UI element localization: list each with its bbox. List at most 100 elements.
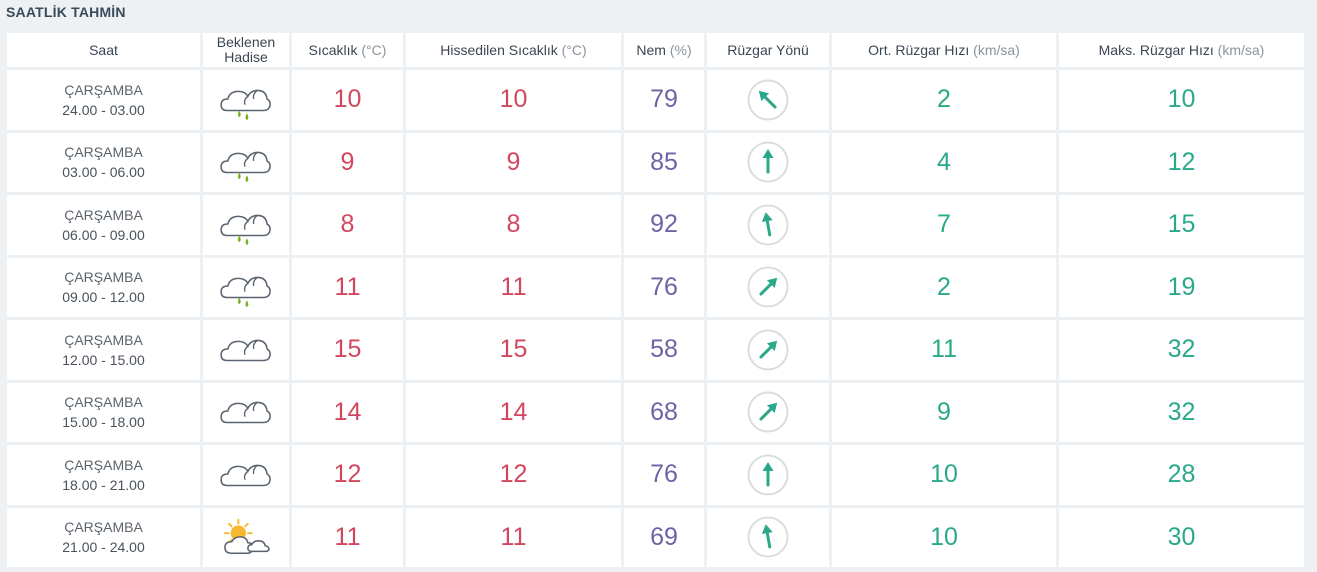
temperature-cell: 8 (292, 195, 403, 255)
time-range: 03.00 - 06.00 (62, 164, 145, 181)
wind-direction-arrow-icon (747, 391, 789, 433)
humidity-cell: 68 (624, 382, 704, 442)
feels-like-cell: 15 (406, 320, 621, 380)
forecast-row: ÇARŞAMBA 03.00 - 06.00 9 9 85 4 12 (7, 132, 1304, 192)
feels-like-cell: 12 (406, 445, 621, 505)
wind-avg-cell: 2 (832, 257, 1056, 317)
section-title: SAATLİK TAHMİN (6, 4, 126, 20)
wind-max-value: 32 (1167, 335, 1196, 364)
forecast-row: ÇARŞAMBA 18.00 - 21.00 12 12 76 10 28 (7, 445, 1304, 505)
weather-cell (203, 132, 289, 192)
humidity-value: 68 (650, 397, 678, 426)
forecast-row: ÇARŞAMBA 12.00 - 15.00 15 15 58 11 32 (7, 320, 1304, 380)
humidity-cell: 76 (624, 445, 704, 505)
weather-cell (203, 70, 289, 130)
wind-max-cell: 32 (1059, 382, 1304, 442)
feels-like-cell: 11 (406, 257, 621, 317)
wind-avg-value: 10 (930, 522, 958, 551)
header-hissedilen: Hissedilen Sıcaklık (°C) (406, 33, 621, 67)
feels-like-value: 8 (506, 210, 521, 239)
wind-max-value: 28 (1167, 460, 1196, 489)
wind-avg-value: 2 (937, 85, 951, 114)
feels-like-value: 12 (499, 460, 528, 489)
wind-max-value: 12 (1167, 147, 1196, 176)
time-cell: ÇARŞAMBA 03.00 - 06.00 (7, 132, 200, 192)
day-label: ÇARŞAMBA (64, 81, 143, 98)
time-cell: ÇARŞAMBA 21.00 - 24.00 (7, 507, 200, 567)
forecast-row: ÇARŞAMBA 24.00 - 03.00 10 10 79 2 10 (7, 70, 1304, 130)
feels-like-value: 9 (506, 147, 521, 176)
wind-max-value: 10 (1167, 85, 1196, 114)
temperature-cell: 11 (292, 257, 403, 317)
header-ruzgar-yonu: Rüzgar Yönü (707, 33, 829, 67)
wind-avg-value: 7 (937, 210, 951, 239)
wind-avg-cell: 10 (832, 507, 1056, 567)
wind-avg-value: 4 (937, 147, 951, 176)
wind-direction-cell (707, 132, 829, 192)
wind-max-cell: 10 (1059, 70, 1304, 130)
time-range: 12.00 - 15.00 (62, 351, 145, 368)
wind-direction-cell (707, 70, 829, 130)
day-label: ÇARŞAMBA (64, 456, 143, 473)
day-label: ÇARŞAMBA (64, 269, 143, 286)
wind-avg-value: 9 (937, 397, 951, 426)
wind-max-cell: 19 (1059, 257, 1304, 317)
wind-direction-cell (707, 257, 829, 317)
header-hadise: Beklenen Hadise (203, 33, 289, 67)
time-range: 06.00 - 09.00 (62, 226, 145, 243)
humidity-cell: 58 (624, 320, 704, 380)
weather-cell (203, 257, 289, 317)
day-label: ÇARŞAMBA (64, 331, 143, 348)
cloud-rain-icon (220, 276, 271, 308)
wind-direction-cell (707, 195, 829, 255)
wind-avg-cell: 9 (832, 382, 1056, 442)
time-range: 18.00 - 21.00 (62, 476, 145, 493)
header-nem: Nem (%) (624, 33, 704, 67)
wind-max-cell: 12 (1059, 132, 1304, 192)
forecast-row: ÇARŞAMBA 06.00 - 09.00 8 8 92 7 15 (7, 195, 1304, 255)
weather-cell (203, 507, 289, 567)
wind-direction-cell (707, 382, 829, 442)
wind-direction-arrow-icon (747, 516, 789, 558)
cloud-rain-icon (220, 214, 271, 245)
temperature-value: 8 (340, 210, 355, 239)
temperature-value: 14 (333, 397, 362, 426)
weather-cell (203, 195, 289, 255)
humidity-cell: 76 (624, 257, 704, 317)
feels-like-cell: 10 (406, 70, 621, 130)
time-range: 09.00 - 12.00 (62, 289, 145, 306)
wind-direction-cell (707, 320, 829, 380)
cloud-rain-icon (220, 151, 271, 183)
wind-direction-arrow-icon (747, 454, 789, 496)
header-maks-ruzgar: Maks. Rüzgar Hızı (km/sa) (1059, 33, 1304, 67)
humidity-cell: 69 (624, 507, 704, 567)
temperature-cell: 11 (292, 507, 403, 567)
cloud-rain-icon (220, 89, 271, 120)
forecast-row: ÇARŞAMBA 15.00 - 18.00 14 14 68 9 32 (7, 382, 1304, 442)
wind-avg-value: 10 (930, 460, 958, 489)
humidity-value: 85 (650, 147, 678, 176)
day-label: ÇARŞAMBA (64, 519, 143, 536)
day-label: ÇARŞAMBA (64, 394, 143, 411)
feels-like-cell: 14 (406, 382, 621, 442)
header-saat: Saat (7, 33, 200, 67)
cloud-icon (220, 401, 271, 424)
temperature-cell: 9 (292, 132, 403, 192)
wind-max-value: 32 (1167, 397, 1196, 426)
feels-like-value: 11 (500, 522, 527, 551)
header-sicaklik: Sıcaklık (°C) (292, 33, 403, 67)
weather-cell (203, 445, 289, 505)
temperature-value: 15 (333, 335, 362, 364)
wind-avg-value: 11 (931, 335, 957, 364)
wind-max-cell: 15 (1059, 195, 1304, 255)
time-cell: ÇARŞAMBA 06.00 - 09.00 (7, 195, 200, 255)
time-range: 24.00 - 03.00 (62, 101, 145, 118)
forecast-row: ÇARŞAMBA 09.00 - 12.00 11 11 76 2 19 (7, 257, 1304, 317)
feels-like-cell: 9 (406, 132, 621, 192)
temperature-value: 9 (340, 147, 355, 176)
humidity-value: 58 (650, 335, 678, 364)
wind-avg-cell: 2 (832, 70, 1056, 130)
weather-cell (203, 320, 289, 380)
humidity-value: 76 (650, 272, 678, 301)
cloud-icon (220, 464, 271, 487)
